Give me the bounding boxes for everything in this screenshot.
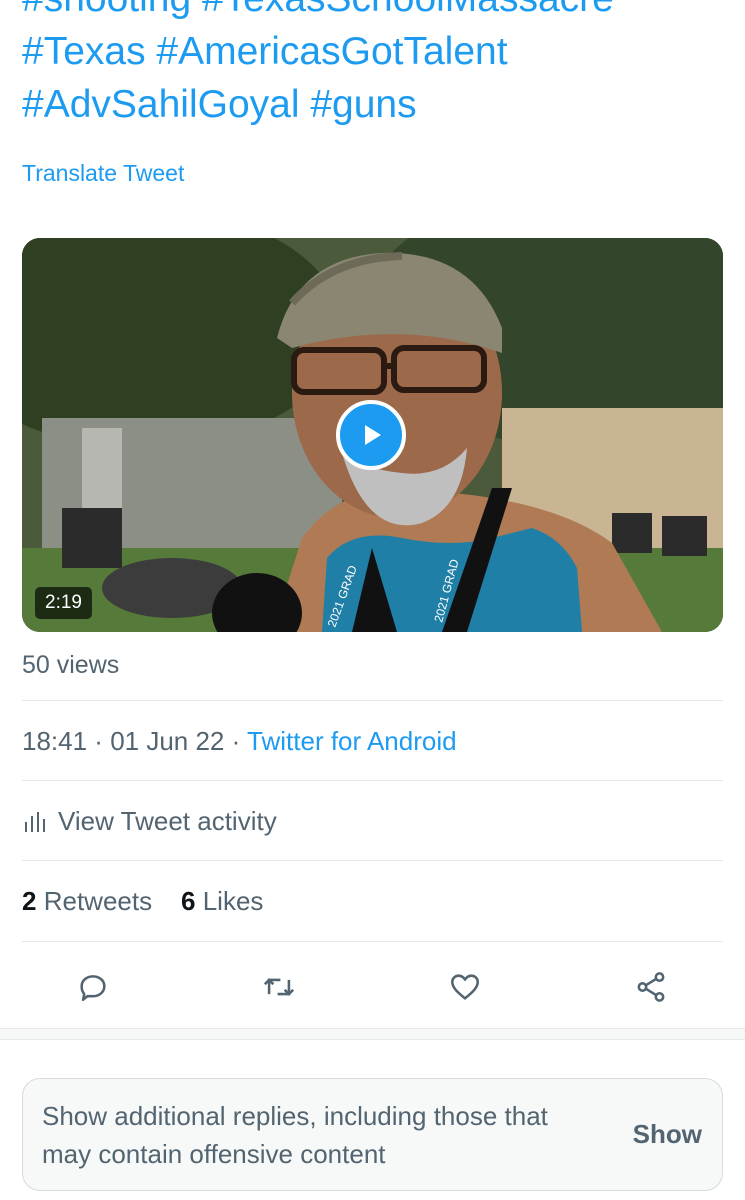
activity-label: View Tweet activity: [58, 806, 277, 836]
additional-replies-text: Show additional replies, including those…: [42, 1101, 548, 1169]
section-separator: [0, 1028, 745, 1040]
divider: [22, 860, 723, 861]
tweet-hashtags: #shooting #TexasSchoolMassacre #Texas #A…: [22, 0, 722, 131]
retweets-link[interactable]: 2 Retweets: [22, 886, 152, 916]
likes-count: 6: [181, 886, 196, 916]
tweet-meta: 18:41 · 01 Jun 22 · Twitter for Android: [22, 726, 457, 757]
likes-link[interactable]: 6 Likes: [181, 886, 263, 916]
bar-chart-icon: [25, 811, 45, 832]
like-button[interactable]: [444, 966, 486, 1008]
retweets-label: Retweets: [43, 886, 153, 916]
video-duration: 2:19: [35, 587, 92, 619]
meta-separator: ·: [224, 726, 248, 756]
play-icon: [365, 425, 381, 445]
retweet-button[interactable]: [258, 966, 300, 1008]
tweet-time[interactable]: 18:41: [22, 726, 87, 756]
divider: [22, 941, 723, 942]
divider: [22, 780, 723, 781]
divider: [22, 700, 723, 701]
retweet-icon: [263, 978, 295, 996]
meta-separator: ·: [87, 726, 111, 756]
heart-icon: [450, 974, 480, 1000]
hashtag-line[interactable]: #shooting #TexasSchoolMassacre: [22, 0, 722, 25]
likes-label: Likes: [202, 886, 264, 916]
hashtag-line[interactable]: #Texas #AmericasGotTalent: [22, 25, 722, 78]
reply-icon: [80, 975, 106, 1002]
retweets-count: 2: [22, 886, 37, 916]
translate-tweet-link[interactable]: Translate Tweet: [22, 160, 184, 187]
share-icon: [637, 972, 665, 1002]
view-tweet-activity-link[interactable]: View Tweet activity: [22, 806, 277, 837]
tweet-action-bar: [0, 964, 745, 1010]
tweet-date[interactable]: 01 Jun 22: [110, 726, 224, 756]
share-button[interactable]: [630, 966, 672, 1008]
tweet-source-link[interactable]: Twitter for Android: [247, 726, 457, 756]
reply-button[interactable]: [72, 966, 114, 1008]
play-button[interactable]: [336, 400, 406, 470]
additional-replies-prompt: Show additional replies, including those…: [22, 1078, 723, 1191]
tweet-stats: 2 Retweets 6 Likes: [22, 886, 263, 917]
show-replies-button[interactable]: Show: [633, 1119, 702, 1150]
hashtag-line[interactable]: #AdvSahilGoyal #guns: [22, 78, 722, 131]
video-player[interactable]: 2021 GRAD 2021 GRAD 2:19: [22, 238, 723, 632]
view-count: 50 views: [22, 651, 120, 679]
